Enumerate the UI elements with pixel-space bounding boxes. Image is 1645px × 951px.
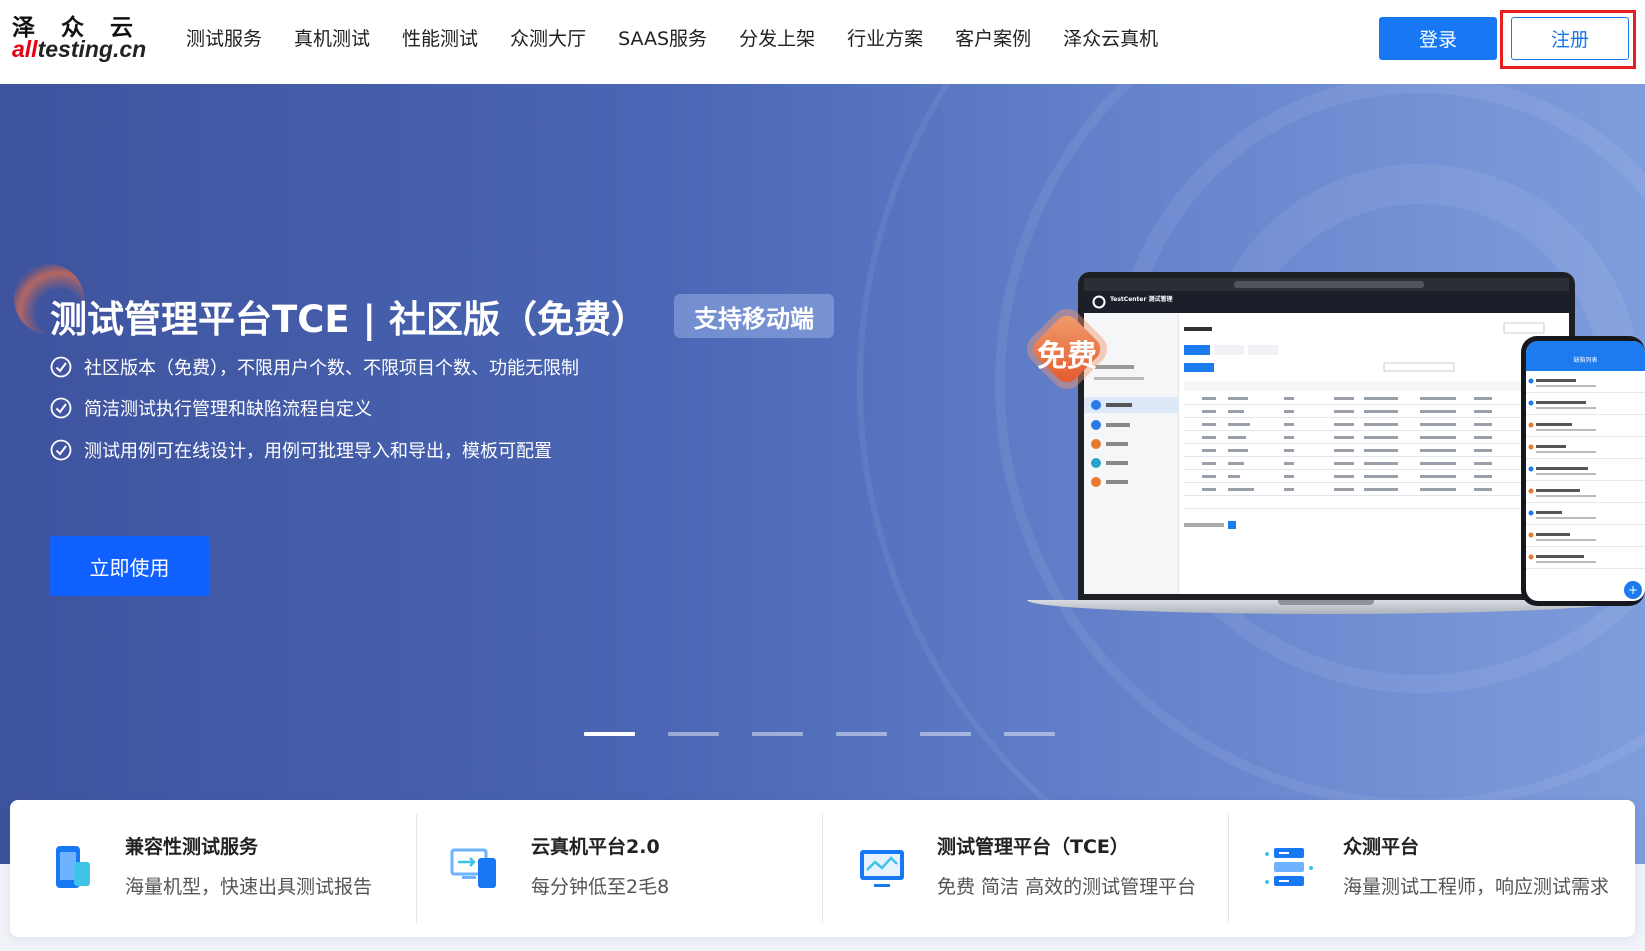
logo-domain-highlight: all	[12, 36, 38, 62]
feature-text: 社区版本（免费），不限用户个数、不限项目个数、功能无限制	[84, 358, 579, 379]
nav-item-distribution[interactable]: 分发上架	[739, 26, 815, 52]
app-main-area	[1184, 313, 1569, 594]
service-title: 测试管理平台（TCE）	[937, 836, 1129, 858]
cloud-device-icon	[450, 848, 496, 888]
logo-domain-rest: testing.cn	[37, 36, 147, 62]
service-desc: 海量测试工程师，响应测试需求	[1343, 876, 1610, 898]
login-button[interactable]: 登录	[1379, 17, 1497, 60]
carousel-dot-6[interactable]	[1004, 732, 1055, 736]
phone-header-title: 缺陷列表	[1573, 357, 1598, 364]
hero-title-row: 测试管理平台TCE | 社区版（免费） 支持移动端	[50, 289, 834, 343]
service-cards: 兼容性测试服务 海量机型，快速出具测试报告 云真机平台2.0 每分钟低至2毛8 …	[10, 800, 1635, 937]
check-circle-icon	[50, 397, 72, 419]
site-header: 泽众云 alltesting.cn 测试服务 真机测试 性能测试 众测大厅 SA…	[0, 0, 1645, 84]
logo-domain: alltesting.cn	[12, 36, 146, 63]
service-card-compatibility[interactable]: 兼容性测试服务 海量机型，快速出具测试报告	[10, 800, 416, 937]
carousel-dot-1[interactable]	[584, 732, 635, 736]
browser-chrome	[1084, 278, 1569, 291]
use-now-button[interactable]: 立即使用	[50, 536, 209, 596]
carousel-dot-3[interactable]	[752, 732, 803, 736]
carousel-dot-4[interactable]	[836, 732, 887, 736]
service-card-crowdtest[interactable]: 众测平台 海量测试工程师，响应测试需求	[1228, 800, 1634, 937]
phone-mockup: 缺陷列表	[1521, 336, 1645, 606]
hero-title: 测试管理平台TCE | 社区版（免费）	[50, 298, 648, 341]
service-title: 兼容性测试服务	[125, 836, 259, 858]
server-stack-icon	[1265, 848, 1313, 886]
phone-icon	[56, 846, 90, 888]
service-title: 云真机平台2.0	[531, 836, 660, 858]
hero-banner: 测试管理平台TCE | 社区版（免费） 支持移动端 社区版本（免费），不限用户个…	[0, 84, 1645, 864]
register-highlight-frame	[1500, 10, 1636, 69]
defect-table-preview	[1184, 322, 1569, 529]
carousel-dot-2[interactable]	[668, 732, 719, 736]
laptop-mockup: TestCenter 测试管理	[1078, 272, 1575, 600]
carousel-indicators	[584, 732, 1088, 736]
service-desc: 免费 简洁 高效的测试管理平台	[937, 876, 1197, 898]
nav-item-performance[interactable]: 性能测试	[402, 26, 478, 52]
main-nav: 测试服务 真机测试 性能测试 众测大厅 SAAS服务 分发上架 行业方案 客户案…	[186, 26, 1190, 52]
check-circle-icon	[50, 439, 72, 461]
feature-text: 测试用例可在线设计，用例可批理导入和导出，模板可配置	[84, 441, 552, 462]
free-badge-label: 免费	[1037, 339, 1097, 374]
carousel-dot-5[interactable]	[920, 732, 971, 736]
browser-url-bar	[1234, 281, 1424, 288]
feature-text: 简洁测试执行管理和缺陷流程自定义	[84, 399, 372, 420]
service-card-tce[interactable]: 测试管理平台（TCE） 免费 简洁 高效的测试管理平台	[822, 800, 1228, 937]
nav-item-industry[interactable]: 行业方案	[847, 26, 923, 52]
mobile-support-badge: 支持移动端	[673, 294, 834, 338]
feature-item: 社区版本（免费），不限用户个数、不限项目个数、功能无限制	[50, 354, 579, 380]
phone-screen: 缺陷列表	[1526, 341, 1645, 601]
nav-item-test-service[interactable]: 测试服务	[186, 26, 262, 52]
service-desc: 海量机型，快速出具测试报告	[125, 876, 373, 898]
service-title: 众测平台	[1343, 836, 1420, 858]
laptop-notch	[1278, 600, 1374, 605]
service-card-cloud-device[interactable]: 云真机平台2.0 每分钟低至2毛8	[416, 800, 822, 937]
check-circle-icon	[50, 356, 72, 378]
phone-defect-list	[1526, 378, 1645, 569]
feature-item: 简洁测试执行管理和缺陷流程自定义	[50, 395, 372, 421]
add-fab-icon: +	[1624, 581, 1642, 599]
nav-item-crowdtest-hall[interactable]: 众测大厅	[510, 26, 586, 52]
feature-item: 测试用例可在线设计，用例可批理导入和导出，模板可配置	[50, 437, 552, 463]
nav-item-saas[interactable]: SAAS服务	[618, 26, 707, 52]
service-desc: 每分钟低至2毛8	[531, 876, 670, 898]
phone-header: 缺陷列表	[1526, 341, 1645, 371]
nav-item-cloud-device[interactable]: 泽众云真机	[1063, 26, 1158, 52]
laptop-screen: TestCenter 测试管理	[1084, 278, 1569, 594]
nav-item-real-device[interactable]: 真机测试	[294, 26, 370, 52]
nav-item-cases[interactable]: 客户案例	[955, 26, 1031, 52]
app-topbar: TestCenter 测试管理	[1084, 291, 1569, 313]
site-logo[interactable]: 泽众云 alltesting.cn	[12, 8, 152, 68]
monitor-chart-icon	[860, 850, 904, 887]
